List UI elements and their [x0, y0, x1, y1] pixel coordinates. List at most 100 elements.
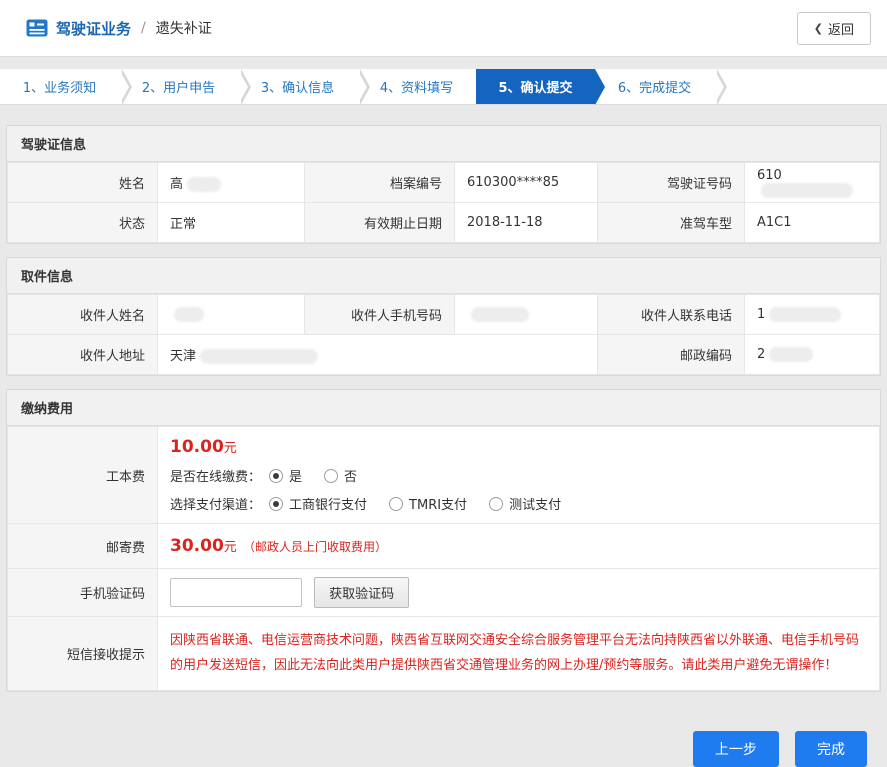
- radio-channel-tmri[interactable]: TMRI支付: [389, 494, 467, 513]
- payment-table: 工本费 10.00元 是否在线缴费： 是 否: [7, 426, 880, 691]
- radio-channel-test[interactable]: 测试支付: [489, 494, 561, 513]
- page-title: 驾驶证业务: [56, 18, 131, 39]
- get-code-button[interactable]: 获取验证码: [314, 577, 409, 608]
- license-info-section: 驾驶证信息 姓名 高 档案编号 610300****85 驾驶证号码 610 状…: [6, 125, 881, 244]
- radio-label: 否: [344, 466, 357, 485]
- step-label: 3、确认信息: [261, 77, 334, 96]
- recipient-phone-text: 1: [757, 307, 765, 322]
- recipient-phone-value: 1: [745, 295, 880, 335]
- postage-label: 邮寄费: [8, 524, 158, 569]
- pay-channel-group: 选择支付渠道： 工商银行支付 TMRI支付 测试支付: [170, 494, 867, 513]
- step-4-fill-data[interactable]: 4、资料填写: [357, 69, 476, 104]
- payment-title: 缴纳费用: [7, 390, 880, 426]
- redacted-value: [471, 307, 529, 322]
- license-info-title: 驾驶证信息: [7, 126, 880, 162]
- step-1-business-notice[interactable]: 1、业务须知: [0, 69, 119, 104]
- license-no-value: 610: [745, 163, 880, 203]
- step-label: 2、用户申告: [142, 77, 215, 96]
- cost-price: 10.00元: [170, 437, 867, 457]
- step-label: 1、业务须知: [23, 77, 96, 96]
- expiry-label: 有效期止日期: [305, 203, 455, 243]
- redacted-value: [769, 347, 813, 362]
- step-nav: 1、业务须知 2、用户申告 3、确认信息 4、资料填写 5、确认提交 6、完成提…: [0, 69, 887, 105]
- postcode-value: 2: [745, 335, 880, 375]
- recipient-name-value: [158, 295, 305, 335]
- table-row: 工本费 10.00元 是否在线缴费： 是 否: [8, 427, 880, 524]
- breadcrumb: 驾驶证业务 / 遗失补证: [26, 18, 212, 39]
- license-info-table: 姓名 高 档案编号 610300****85 驾驶证号码 610 状态 正常 有…: [7, 162, 880, 243]
- radio-label: 是: [289, 466, 302, 485]
- pickup-info-section: 取件信息 收件人姓名 收件人手机号码 收件人联系电话 1 收件人地址 天津 邮政…: [6, 257, 881, 376]
- name-value: 高: [158, 163, 305, 203]
- redacted-value: [761, 183, 853, 198]
- table-row: 短信接收提示 因陕西省联通、电信运营商技术问题，陕西省互联网交通安全综合服务管理…: [8, 617, 880, 691]
- redacted-value: [187, 177, 221, 192]
- table-row: 邮寄费 30.00元 （邮政人员上门收取费用）: [8, 524, 880, 569]
- step-6-finish-submit[interactable]: 6、完成提交: [595, 69, 714, 104]
- step-label: 4、资料填写: [380, 77, 453, 96]
- recipient-address-label: 收件人地址: [8, 335, 158, 375]
- table-row: 姓名 高 档案编号 610300****85 驾驶证号码 610: [8, 163, 880, 203]
- table-row: 收件人地址 天津 邮政编码 2: [8, 335, 880, 375]
- recipient-mobile-label: 收件人手机号码: [305, 295, 455, 335]
- postcode-label: 邮政编码: [598, 335, 745, 375]
- postage-unit: 元: [224, 540, 237, 555]
- license-service-icon: [26, 19, 48, 37]
- file-no-label: 档案编号: [305, 163, 455, 203]
- footer-actions: 上一步 完成: [6, 705, 881, 767]
- recipient-mobile-value: [455, 295, 598, 335]
- sms-code-cell: 获取验证码: [158, 569, 880, 617]
- pickup-info-title: 取件信息: [7, 258, 880, 294]
- step-2-user-declaration[interactable]: 2、用户申告: [119, 69, 238, 104]
- header: 驾驶证业务 / 遗失补证 ❮ 返回: [0, 0, 887, 57]
- step-3-confirm-info[interactable]: 3、确认信息: [238, 69, 357, 104]
- breadcrumb-current: 遗失补证: [156, 18, 212, 38]
- breadcrumb-separator: /: [141, 20, 146, 36]
- step-5-confirm-submit[interactable]: 5、确认提交: [476, 69, 595, 104]
- prev-step-button[interactable]: 上一步: [693, 731, 779, 767]
- radio-channel-icbc[interactable]: 工商银行支付: [269, 494, 367, 513]
- radio-label: 工商银行支付: [289, 494, 367, 513]
- radio-checked-icon: [269, 497, 283, 511]
- step-label: 6、完成提交: [618, 77, 691, 96]
- pay-channel-label: 选择支付渠道：: [170, 494, 261, 513]
- online-pay-label: 是否在线缴费：: [170, 466, 261, 485]
- postage-amount: 30.00: [170, 536, 224, 556]
- redacted-value: [769, 307, 841, 322]
- radio-label: 测试支付: [509, 494, 561, 513]
- cost-label: 工本费: [8, 427, 158, 524]
- sms-tip-cell: 因陕西省联通、电信运营商技术问题，陕西省互联网交通安全综合服务管理平台无法向持陕…: [158, 617, 880, 691]
- postage-note: （邮政人员上门收取费用）: [243, 540, 387, 554]
- postage-cell: 30.00元 （邮政人员上门收取费用）: [158, 524, 880, 569]
- payment-section: 缴纳费用 工本费 10.00元 是否在线缴费： 是: [6, 389, 881, 692]
- license-no-label: 驾驶证号码: [598, 163, 745, 203]
- radio-online-pay-no[interactable]: 否: [324, 466, 357, 485]
- online-pay-group: 是否在线缴费： 是 否: [170, 466, 867, 485]
- name-text: 高: [170, 177, 183, 192]
- vehicle-type-label: 准驾车型: [598, 203, 745, 243]
- sms-tip-text: 因陕西省联通、电信运营商技术问题，陕西省互联网交通安全综合服务管理平台无法向持陕…: [158, 617, 879, 690]
- name-label: 姓名: [8, 163, 158, 203]
- radio-online-pay-yes[interactable]: 是: [269, 466, 302, 485]
- finish-button[interactable]: 完成: [795, 731, 867, 767]
- radio-unchecked-icon: [489, 497, 503, 511]
- radio-unchecked-icon: [389, 497, 403, 511]
- main-content: 驾驶证信息 姓名 高 档案编号 610300****85 驾驶证号码 610 状…: [0, 125, 887, 767]
- cost-cell: 10.00元 是否在线缴费： 是 否 选择支: [158, 427, 880, 524]
- table-row: 状态 正常 有效期止日期 2018-11-18 准驾车型 A1C1: [8, 203, 880, 243]
- recipient-phone-label: 收件人联系电话: [598, 295, 745, 335]
- back-button-label: 返回: [828, 19, 854, 38]
- recipient-address-value: 天津: [158, 335, 598, 375]
- redacted-value: [200, 349, 318, 364]
- sms-code-input[interactable]: [170, 578, 302, 607]
- status-label: 状态: [8, 203, 158, 243]
- license-no-text: 610: [757, 168, 782, 183]
- vehicle-type-value: A1C1: [745, 203, 880, 243]
- expiry-value: 2018-11-18: [455, 203, 598, 243]
- file-no-value: 610300****85: [455, 163, 598, 203]
- recipient-name-label: 收件人姓名: [8, 295, 158, 335]
- back-button[interactable]: ❮ 返回: [797, 12, 871, 45]
- cost-unit: 元: [224, 441, 237, 456]
- sms-code-label: 手机验证码: [8, 569, 158, 617]
- sms-tip-label: 短信接收提示: [8, 617, 158, 691]
